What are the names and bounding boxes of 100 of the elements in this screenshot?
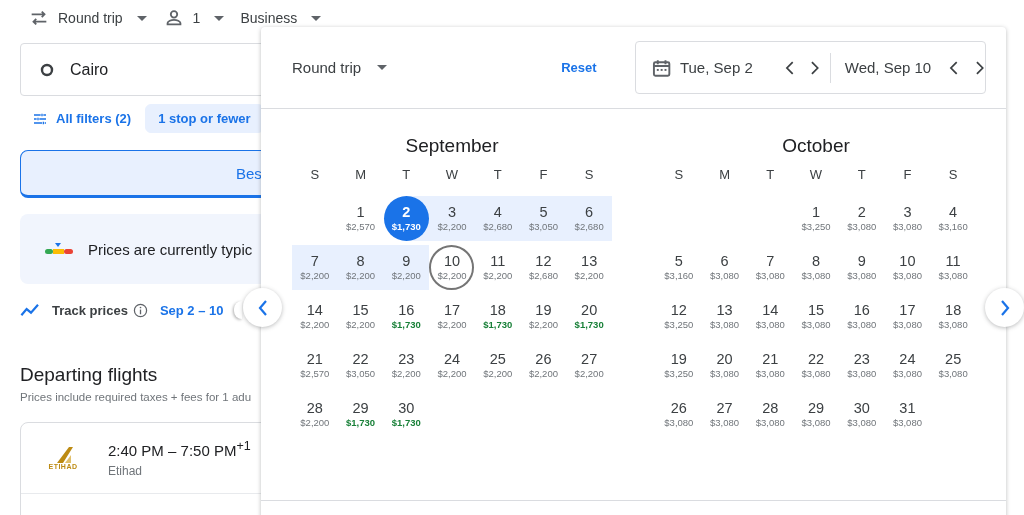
calendar-day[interactable]: 3 $2,200 [429,196,475,241]
weekday-label: M [718,167,731,183]
trend-icon [20,303,42,317]
calendar-day[interactable]: 27 $3,080 [701,392,748,437]
calendar-day[interactable]: 7 $2,200 [292,245,338,290]
toggle-switch[interactable] [233,301,242,319]
calendar-day[interactable]: 6 $3,080 [701,245,748,290]
calendar-day[interactable]: 19 $3,250 [656,343,702,388]
calendar-day[interactable]: 25 $3,080 [930,343,976,388]
calendar-day[interactable]: 2 $3,080 [838,196,885,241]
calendar-day[interactable]: 25 $2,200 [474,343,521,388]
calendar-day[interactable]: 29 $1,730 [337,392,384,437]
calendar-day[interactable]: 22 $3,050 [337,343,384,388]
calendar-day[interactable]: 15 $2,200 [337,294,384,339]
calendar-day[interactable]: 10 $2,200 [429,245,475,290]
sort-tab[interactable]: Bes [20,150,261,198]
price-gauge-icon [45,242,73,256]
chevron-left-icon[interactable] [784,59,795,76]
caret-icon [136,15,147,21]
calendar-day[interactable]: 21 $2,570 [292,343,338,388]
calendar-day[interactable]: 14 $3,080 [747,294,794,339]
cabin-class-dropdown[interactable]: Business [240,3,322,33]
weekday-label: S [583,167,595,183]
weekday-label: S [947,167,959,183]
calendar-day[interactable]: 18 $3,080 [930,294,976,339]
calendar-day[interactable]: 6 $2,680 [566,196,612,241]
filter-chip[interactable]: 1 stop or fewer [145,104,261,133]
reset-button[interactable]: Reset [557,51,601,84]
calendar-day[interactable]: 16 $1,730 [383,294,430,339]
weekday-label: T [401,167,412,183]
month-title: October [781,134,851,158]
calendar-day[interactable]: 11 $3,080 [930,245,976,290]
calendar-day[interactable]: 4 $3,160 [930,196,976,241]
airline-name: Etihad [108,463,144,478]
calendar-day[interactable]: 12 $2,680 [520,245,567,290]
track-prices-label: Track prices [52,302,128,318]
weekday-label: S [309,167,321,183]
chevron-right-icon[interactable] [810,59,820,76]
section-subtitle: Prices include required taxes + fees for 1 adu [20,390,253,404]
month-title: September [404,134,500,158]
weekday-label: M [354,167,367,183]
calendar-day[interactable]: 20 $1,730 [566,294,612,339]
calendar-day[interactable]: 10 $3,080 [884,245,931,290]
weekday-label: S [673,167,685,183]
calendar-day[interactable]: 21 $3,080 [747,343,794,388]
weekday-label: F [902,167,913,183]
calendar-day[interactable]: 27 $2,200 [566,343,612,388]
calendar-day[interactable]: 20 $3,080 [701,343,748,388]
weekday-label: W [444,167,460,183]
caret-icon [214,15,225,21]
calendar-day[interactable]: 23 $2,200 [383,343,430,388]
calendar-day[interactable]: 5 $3,050 [520,196,567,241]
calendar-day[interactable]: 9 $3,080 [838,245,885,290]
weekday-label: T [765,167,776,183]
calendar-day[interactable]: 23 $3,080 [838,343,885,388]
calendar-day[interactable]: 24 $3,080 [884,343,931,388]
calendar-day[interactable]: 13 $2,200 [566,245,612,290]
circle-icon [40,62,54,77]
calendar-day[interactable]: 26 $3,080 [656,392,702,437]
weekday-label: F [538,167,549,183]
calendar-day[interactable]: 19 $2,200 [520,294,567,339]
calendar-day[interactable]: 29 $3,080 [793,392,839,437]
calendar-day[interactable]: 4 $2,680 [474,196,521,241]
calendar-day[interactable]: 9 $2,200 [383,245,430,290]
calendar-day[interactable]: 26 $2,200 [520,343,567,388]
calendar-day[interactable]: 24 $2,200 [429,343,475,388]
calendar-day[interactable]: 30 $1,730 [383,392,430,437]
calendar-day[interactable]: 1 $3,250 [793,196,839,241]
calendar-day[interactable]: 18 $1,730 [474,294,521,339]
all-filters-button[interactable]: All filters (2) [20,104,132,133]
calendar-day[interactable]: 8 $2,200 [337,245,384,290]
calendar-day[interactable]: 2 $1,730 [383,196,430,241]
calendar-day[interactable]: 15 $3,080 [793,294,839,339]
calendar-day[interactable]: 17 $3,080 [884,294,931,339]
calendar-day[interactable]: 8 $3,080 [793,245,839,290]
calendar-day[interactable]: 16 $3,080 [838,294,885,339]
calendar-day[interactable]: 31 $3,080 [884,392,931,437]
calendar-day[interactable]: 22 $3,080 [793,343,839,388]
return-date[interactable]: Wed, Sep 10 [844,59,934,76]
calendar-day[interactable]: 3 $3,080 [884,196,931,241]
calendar-day[interactable]: 14 $2,200 [292,294,338,339]
calendar-day[interactable]: 13 $3,080 [701,294,748,339]
chevron-left-icon[interactable] [949,59,959,76]
section-heading: Departing flights [20,364,159,386]
calendar-day[interactable]: 11 $2,200 [474,245,521,290]
calendar-day[interactable]: 5 $3,160 [656,245,702,290]
calendar-day[interactable]: 7 $3,080 [747,245,794,290]
chevron-right-icon[interactable] [975,59,985,76]
calendar-day[interactable]: 30 $3,080 [838,392,885,437]
info-icon[interactable] [132,302,148,318]
trip-type-dropdown[interactable]: Round trip [28,3,147,33]
calendar-day[interactable]: 28 $2,200 [292,392,338,437]
trip-type-dropdown[interactable]: Round trip [292,49,388,86]
calendar-day[interactable]: 12 $3,250 [656,294,702,339]
calendar-day[interactable]: 28 $3,080 [747,392,794,437]
calendar-day[interactable]: 1 $2,570 [337,196,384,241]
calendar-day[interactable]: 17 $2,200 [429,294,475,339]
departure-date[interactable]: Tue, Sep 2 [679,59,769,76]
passengers-dropdown[interactable]: 1 [162,3,225,33]
track-dates: Sep 2 – 10 [159,302,224,318]
